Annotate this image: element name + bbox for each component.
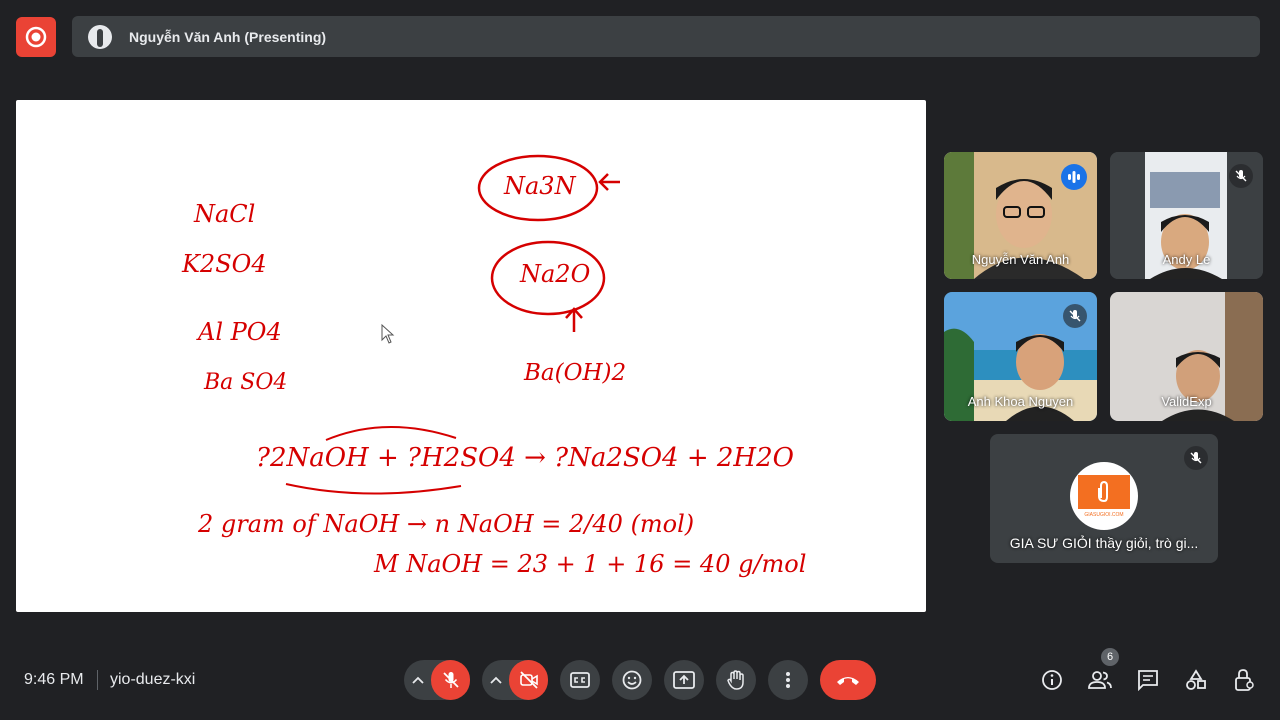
board-text-baso4: Ba SO4 [203, 370, 287, 395]
arc-swap-mark [325, 426, 457, 441]
participant-name: Anh Khoa Nguyen [967, 394, 1074, 409]
board-line-2: 2 gram of NaOH → n NaOH = 2/40 (mol) [197, 510, 694, 538]
meeting-code: yio-duez-kxi [110, 671, 196, 688]
mic-off-icon [1184, 446, 1208, 470]
mic-off-icon [1229, 164, 1253, 188]
paperclip-logo-icon [1078, 474, 1130, 509]
chat-icon [1138, 670, 1158, 691]
hang-up-icon [837, 677, 859, 685]
meeting-time: 9:46 PM [24, 671, 84, 688]
board-text-nacl: NaCl [193, 200, 255, 228]
emoji-icon [622, 670, 642, 690]
people-button[interactable] [1086, 666, 1114, 694]
chat-button[interactable] [1134, 666, 1162, 694]
raise-hand-icon [727, 670, 744, 690]
mic-toggle-button[interactable] [431, 660, 470, 700]
participant-tile-validexp[interactable]: ValidExp [1110, 292, 1263, 421]
participant-count-badge: 6 [1101, 648, 1119, 666]
activities-icon [1186, 669, 1206, 690]
participant-name: Nguyễn Văn Anh [971, 252, 1070, 267]
board-line-3: M NaOH = 23 + 1 + 16 = 40 g/mol [373, 550, 806, 578]
board-equation: ?2NaOH + ?H2SO4 → ?Na2SO4 + 2H2O [256, 443, 794, 473]
participant-tile-andy-le[interactable]: Andy Le [1110, 152, 1263, 279]
activities-button[interactable] [1182, 666, 1210, 694]
raise-hand-button[interactable] [716, 660, 756, 700]
camera-toggle-button[interactable] [509, 660, 548, 700]
people-icon [1088, 671, 1112, 689]
speaking-indicator-icon [1061, 164, 1087, 190]
more-vert-icon [786, 672, 790, 688]
presenter-name: Nguyễn Văn Anh (Presenting) [129, 28, 327, 45]
leave-call-button[interactable] [820, 660, 876, 700]
board-text-baoh2: Ba(OH)2 [523, 360, 626, 386]
lock-person-icon [1235, 669, 1254, 691]
recording-button[interactable] [16, 17, 56, 57]
more-options-button[interactable] [768, 660, 808, 700]
participant-name: ValidExp [1161, 394, 1212, 409]
record-icon [25, 26, 47, 48]
board-text-k2so4: K2SO4 [181, 250, 267, 278]
participant-tile-anh-khoa-nguyen[interactable]: Anh Khoa Nguyen [944, 292, 1097, 421]
board-text-alpo4: Al PO4 [196, 318, 282, 346]
reactions-button[interactable] [612, 660, 652, 700]
presenting-banner: Nguyễn Văn Anh (Presenting) [72, 16, 1260, 57]
mic-off-icon [1063, 304, 1087, 328]
underline-mark [285, 483, 462, 495]
captions-button[interactable] [560, 660, 600, 700]
board-text-na3n: Na3N [503, 172, 577, 200]
divider [97, 670, 98, 690]
video-options-button[interactable] [482, 660, 509, 700]
participant-name: Andy Le [1162, 252, 1211, 267]
info-icon [1042, 670, 1062, 690]
arrow-left-mark [598, 173, 620, 191]
present-screen-icon [673, 671, 695, 689]
mic-off-icon [442, 672, 459, 688]
logo-caption: GIASUGIOI.COM [1084, 511, 1124, 518]
video-control-group [482, 660, 548, 700]
mouse-cursor-icon [381, 323, 395, 344]
chevron-up-icon [411, 676, 424, 684]
presenter-avatar [88, 24, 112, 49]
board-text-na2o: Na2O [519, 260, 591, 288]
present-screen-button[interactable] [664, 660, 704, 700]
participant-tile-gia-su-gioi[interactable]: GIASUGIOI.COM GIA SƯ GIỎI thầy giỏi, trò… [990, 434, 1218, 563]
participant-tile-nguyen-van-anh[interactable]: Nguyễn Văn Anh [944, 152, 1097, 279]
shared-screen-whiteboard: NaCl K2SO4 Al PO4 Ba SO4 Na3N Na2O Ba(OH… [16, 100, 926, 612]
closed-captions-icon [570, 672, 590, 688]
chevron-up-icon [489, 676, 502, 684]
host-controls-button[interactable] [1230, 666, 1258, 694]
meeting-details-button[interactable] [1038, 666, 1066, 694]
camera-off-icon [519, 671, 538, 689]
audio-options-button[interactable] [404, 660, 431, 700]
participant-avatar: GIASUGIOI.COM [1070, 462, 1138, 530]
audio-control-group [404, 660, 470, 700]
participant-name: GIA SƯ GIỎI thầy giỏi, trò gi... [1009, 535, 1199, 551]
